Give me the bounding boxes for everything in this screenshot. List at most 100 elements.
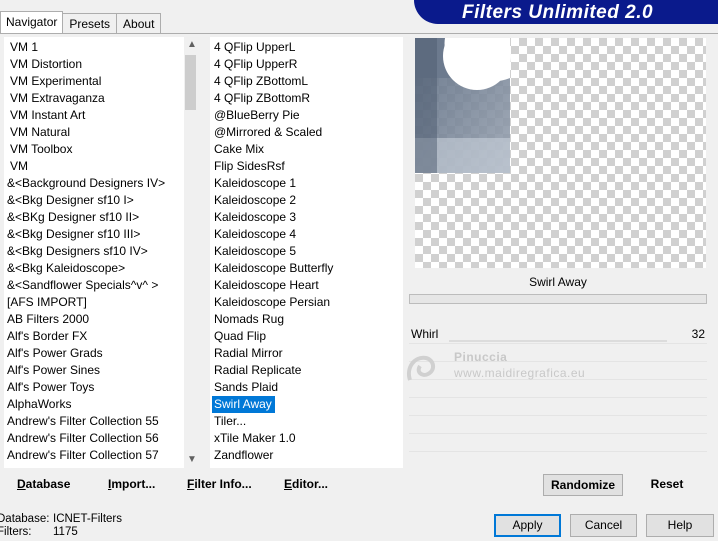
apply-button[interactable]: Apply (494, 514, 561, 537)
category-item[interactable]: Andrew's Filter Collection 57 (4, 447, 196, 464)
parameter-area: Whirl 32 (409, 326, 707, 464)
filter-row: xTile Maker 1.0 (210, 430, 403, 447)
filter-row: 4 QFlip ZBottomR (210, 90, 403, 107)
filter-row: @Mirrored & Scaled (210, 124, 403, 141)
filter-item[interactable]: Quad Flip (210, 328, 403, 345)
tab-presets[interactable]: Presets (62, 13, 118, 34)
filter-item-selected[interactable]: Swirl Away (212, 396, 275, 413)
filter-item[interactable]: Zandflower (210, 447, 403, 464)
category-item[interactable]: Andrew's Filter Collection 55 (4, 413, 196, 430)
progress-bar (409, 294, 707, 304)
status-database-value: ICNET-Filters (53, 513, 122, 525)
param-row-empty (409, 434, 707, 452)
filter-row: Kaleidoscope 4 (210, 226, 403, 243)
category-item[interactable]: VM Toolbox (4, 141, 196, 158)
category-item[interactable]: VM Extravaganza (4, 90, 196, 107)
filter-item[interactable]: Kaleidoscope 1 (210, 175, 403, 192)
scroll-down-icon[interactable]: ▼ (184, 452, 196, 468)
watermark-name: Pinuccia (454, 350, 508, 364)
watermark-url: www.maidiregrafica.eu (454, 366, 586, 380)
category-item[interactable]: VM (4, 158, 196, 175)
category-item[interactable]: &<Bkg Kaleidoscope> (4, 260, 196, 277)
filter-row: Swirl Away (210, 396, 403, 413)
category-item[interactable]: AlphaWorks (4, 396, 196, 413)
filter-item[interactable]: Kaleidoscope 5 (210, 243, 403, 260)
filter-row: Kaleidoscope 3 (210, 209, 403, 226)
category-item[interactable]: &<Sandflower Specials^v^ > (4, 277, 196, 294)
category-item[interactable]: VM 1 (4, 39, 196, 56)
category-item[interactable]: VM Experimental (4, 73, 196, 90)
tab-bar: Navigator Presets About (0, 11, 162, 34)
category-item[interactable]: &<Background Designers IV> (4, 175, 196, 192)
filter-item[interactable]: 4 QFlip UpperL (210, 39, 403, 56)
filter-row: Sands Plaid (210, 379, 403, 396)
filter-row: Kaleidoscope 5 (210, 243, 403, 260)
filter-row: Radial Mirror (210, 345, 403, 362)
filter-item[interactable]: Flip SidesRsf (210, 158, 403, 175)
category-scrollbar[interactable]: ▲ ▼ (184, 37, 196, 468)
category-item[interactable]: Alf's Power Grads (4, 345, 196, 362)
category-item[interactable]: &<Bkg Designer sf10 III> (4, 226, 196, 243)
preview-image (415, 38, 706, 268)
category-item[interactable]: VM Natural (4, 124, 196, 141)
filter-item[interactable]: Radial Mirror (210, 345, 403, 362)
status-database-label: Database: (0, 513, 50, 525)
param-row-empty (409, 398, 707, 416)
scroll-up-icon[interactable]: ▲ (184, 37, 196, 53)
filter-item[interactable]: Kaleidoscope Persian (210, 294, 403, 311)
filter-item[interactable]: Kaleidoscope 3 (210, 209, 403, 226)
filter-row: 4 QFlip ZBottomL (210, 73, 403, 90)
param-row-whirl[interactable]: Whirl 32 (409, 326, 707, 344)
filter-row: Flip SidesRsf (210, 158, 403, 175)
filter-item[interactable]: 4 QFlip ZBottomL (210, 73, 403, 90)
param-label: Whirl (411, 327, 439, 341)
randomize-button[interactable]: Randomize (543, 474, 623, 496)
tab-about[interactable]: About (116, 13, 162, 34)
filter-row: Kaleidoscope Persian (210, 294, 403, 311)
param-slider[interactable] (449, 340, 667, 342)
filter-item[interactable]: Sands Plaid (210, 379, 403, 396)
import-button[interactable]: Import... (108, 476, 155, 492)
category-item[interactable]: [AFS IMPORT] (4, 294, 196, 311)
filter-item[interactable]: Kaleidoscope Heart (210, 277, 403, 294)
filter-item[interactable]: 4 QFlip UpperR (210, 56, 403, 73)
filter-item[interactable]: Tiler... (210, 413, 403, 430)
filter-item[interactable]: 4 QFlip ZBottomR (210, 90, 403, 107)
category-item[interactable]: VM Instant Art (4, 107, 196, 124)
filter-row: 4 QFlip UpperL (210, 39, 403, 56)
filter-row: Kaleidoscope 1 (210, 175, 403, 192)
filter-item[interactable]: Nomads Rug (210, 311, 403, 328)
filter-item[interactable]: Radial Replicate (210, 362, 403, 379)
filter-item[interactable]: Kaleidoscope 4 (210, 226, 403, 243)
selected-filter-name: Swirl Away (529, 275, 587, 289)
category-item[interactable]: Alf's Power Toys (4, 379, 196, 396)
filter-row: 4 QFlip UpperR (210, 56, 403, 73)
help-button[interactable]: Help (646, 514, 714, 537)
category-item[interactable]: VM Distortion (4, 56, 196, 73)
filter-item[interactable]: Kaleidoscope 2 (210, 192, 403, 209)
cancel-button[interactable]: Cancel (570, 514, 637, 537)
filter-info-button[interactable]: Filter Info... (187, 476, 252, 492)
filter-list[interactable]: 4 QFlip UpperL 4 QFlip UpperR 4 QFlip ZBot… (210, 37, 403, 468)
category-item[interactable]: Alf's Power Sines (4, 362, 196, 379)
category-item[interactable]: &<Bkg Designers sf10 IV> (4, 243, 196, 260)
category-item[interactable]: Alf's Border FX (4, 328, 196, 345)
tab-navigator[interactable]: Navigator (0, 11, 64, 34)
filter-item[interactable]: @Mirrored & Scaled (210, 124, 403, 141)
scroll-thumb[interactable] (185, 55, 196, 110)
category-item[interactable]: AB Filters 2000 (4, 311, 196, 328)
preview-swirl-art (415, 38, 511, 173)
filter-item[interactable]: Cake Mix (210, 141, 403, 158)
database-button[interactable]: Database (17, 476, 70, 492)
category-item[interactable]: &<BKg Designer sf10 II> (4, 209, 196, 226)
category-list[interactable]: VM 1 VM Distortion VM Experimental VM Extra… (4, 37, 196, 468)
filter-item[interactable]: Kaleidoscope Butterfly (210, 260, 403, 277)
status-info: Database: ICNET-Filters Filters: 1175 (0, 513, 122, 539)
category-item[interactable]: &<Bkg Designer sf10 I> (4, 192, 196, 209)
reset-button[interactable]: Reset (636, 474, 698, 494)
category-item[interactable]: Andrew's Filter Collection 56 (4, 430, 196, 447)
filter-item[interactable]: xTile Maker 1.0 (210, 430, 403, 447)
editor-button[interactable]: Editor... (284, 476, 328, 492)
filter-item[interactable]: @BlueBerry Pie (210, 107, 403, 124)
filter-row: Cake Mix (210, 141, 403, 158)
